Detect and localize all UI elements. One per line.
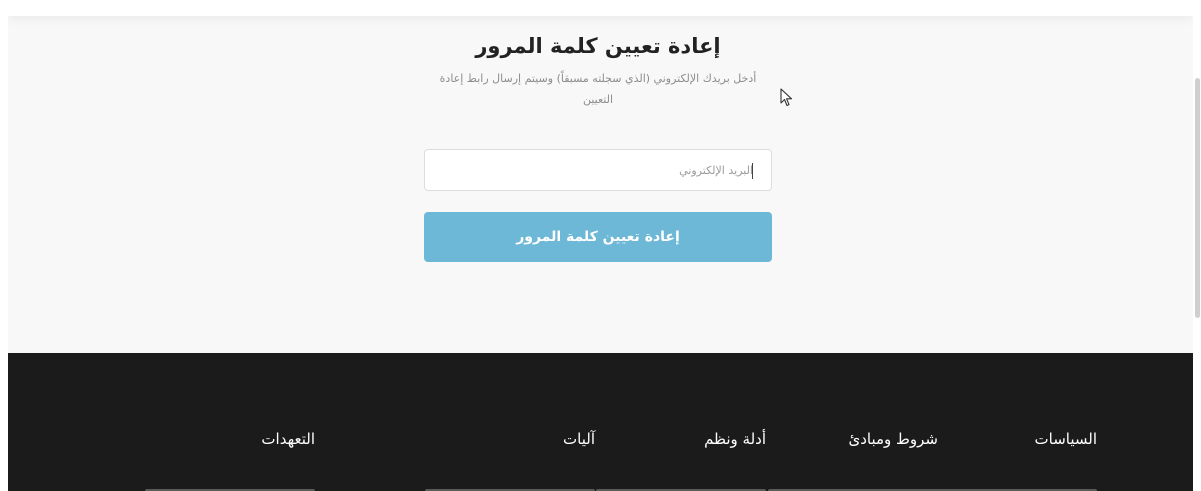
footer-link-placeholder bbox=[425, 480, 595, 491]
mouse-pointer-icon bbox=[780, 88, 793, 107]
footer-link-placeholder bbox=[145, 480, 315, 491]
page-viewport: إعادة تعيين كلمة المرور أدخل بريدك الإلك… bbox=[8, 0, 1193, 491]
footer-column-guides: أدلة ونظم bbox=[596, 428, 766, 491]
footer-heading-terms[interactable]: شروط ومبادئ bbox=[848, 428, 938, 450]
page-title: إعادة تعيين كلمة المرور bbox=[475, 34, 721, 58]
footer-heading-policies[interactable]: السياسات bbox=[1035, 428, 1097, 450]
header-bar bbox=[8, 0, 1193, 16]
text-caret bbox=[752, 163, 753, 179]
footer-link-placeholder bbox=[596, 480, 766, 491]
footer-heading-guides[interactable]: أدلة ونظم bbox=[704, 428, 766, 450]
page-subtitle: أدخل بريدك الإلكتروني (الذي سجلته مسبقاً… bbox=[439, 72, 757, 106]
vertical-scrollbar[interactable] bbox=[1193, 0, 1201, 491]
site-footer: السياسات شروط ومبادئ أدلة ونظم آليات الت… bbox=[8, 353, 1193, 491]
footer-heading-commitments[interactable]: التعهدات bbox=[261, 428, 315, 450]
footer-column-policies: السياسات bbox=[927, 428, 1097, 491]
reset-password-button[interactable]: إعادة تعيين كلمة المرور bbox=[424, 212, 772, 262]
footer-column-mechanisms: آليات bbox=[425, 428, 595, 491]
footer-link-placeholder bbox=[768, 480, 938, 491]
footer-column-commitments: التعهدات bbox=[145, 428, 315, 491]
reset-password-card: إعادة تعيين كلمة المرور أدخل بريدك الإلك… bbox=[420, 30, 776, 110]
scrollbar-thumb[interactable] bbox=[1195, 78, 1200, 318]
email-field[interactable] bbox=[424, 149, 772, 191]
footer-link-placeholder bbox=[927, 480, 1097, 491]
footer-heading-mechanisms[interactable]: آليات bbox=[563, 428, 595, 450]
footer-column-terms: شروط ومبادئ bbox=[768, 428, 938, 491]
